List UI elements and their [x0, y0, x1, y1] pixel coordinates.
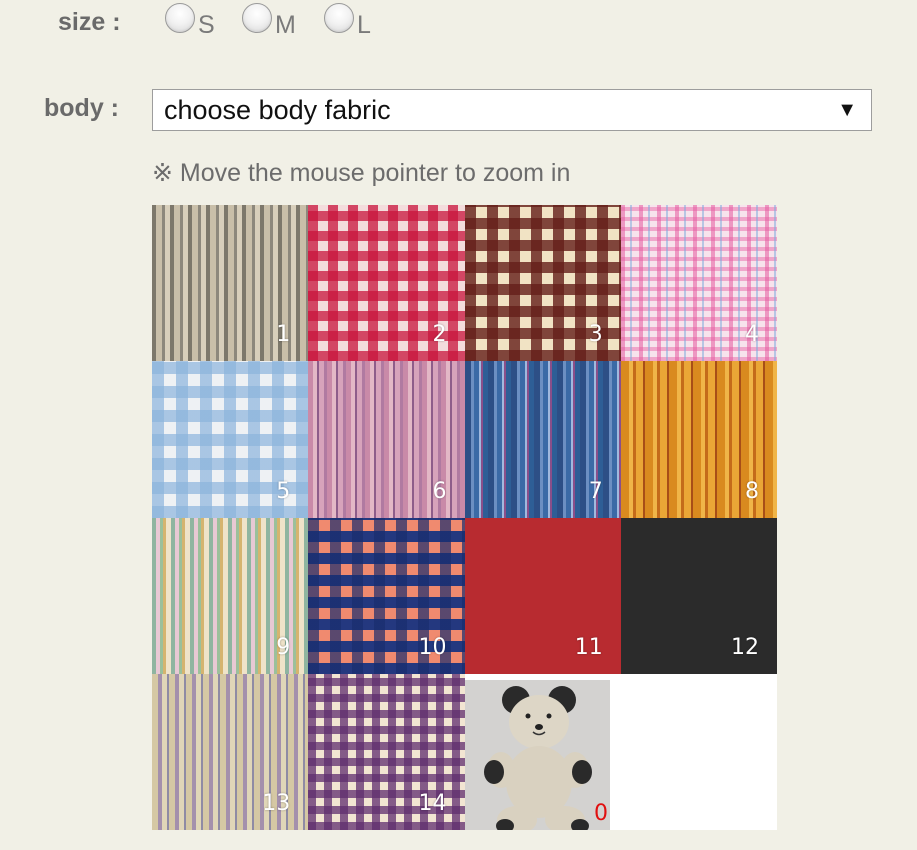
- fabric-number: 3: [588, 322, 603, 348]
- zoom-hint-text: ※ Move the mouse pointer to zoom in: [152, 159, 571, 187]
- bear-preview-image: 0: [465, 680, 610, 830]
- radio-button-s[interactable]: [165, 3, 195, 33]
- fabric-swatch-3[interactable]: 3: [464, 205, 621, 362]
- radio-button-l[interactable]: [324, 3, 354, 33]
- fabric-swatch-10[interactable]: 10: [308, 517, 465, 674]
- size-option-s[interactable]: S: [165, 3, 215, 39]
- fabric-number: 8: [745, 478, 759, 504]
- fabric-swatch-4[interactable]: 4: [620, 205, 777, 362]
- fabric-swatch-12[interactable]: 12: [620, 517, 777, 674]
- fabric-swatch-13[interactable]: 13: [152, 673, 309, 830]
- fabric-number: 4: [745, 322, 759, 348]
- fabric-number: 11: [574, 634, 603, 660]
- size-option-l[interactable]: L: [324, 3, 371, 39]
- fabric-swatch-grid: 1 2 3 4 5 6 7 8 9 10 11 12 13 14 0: [152, 205, 777, 830]
- body-fabric-selected-value: choose body fabric: [164, 94, 391, 125]
- fabric-swatch-8[interactable]: 8: [620, 361, 777, 518]
- fabric-swatch-2[interactable]: 2: [308, 205, 465, 362]
- fabric-swatch-9[interactable]: 9: [152, 517, 309, 674]
- size-label: size :: [58, 8, 121, 36]
- fabric-number: 14: [418, 791, 447, 816]
- fabric-number: 9: [276, 634, 291, 660]
- radio-button-m[interactable]: [242, 3, 272, 33]
- fabric-swatch-6[interactable]: 6: [308, 361, 465, 518]
- size-option-m-label: M: [275, 11, 296, 39]
- fabric-number: 6: [432, 478, 447, 504]
- dropdown-arrow-icon: ▼: [837, 99, 857, 121]
- size-option-m[interactable]: M: [242, 3, 296, 39]
- size-option-s-label: S: [198, 11, 215, 39]
- fabric-number: 10: [418, 634, 447, 660]
- fabric-swatch-7[interactable]: 7: [464, 361, 621, 518]
- fabric-swatch-5[interactable]: 5: [152, 361, 309, 518]
- fabric-number: 5: [276, 478, 291, 504]
- teddy-bear-icon: [465, 680, 610, 830]
- fabric-swatch-1[interactable]: 1: [152, 205, 309, 362]
- size-option-l-label: L: [357, 11, 371, 39]
- fabric-number: 12: [731, 634, 759, 660]
- preview-number: 0: [594, 801, 608, 826]
- fabric-number: 7: [588, 478, 603, 504]
- fabric-swatch-11[interactable]: 11: [464, 517, 621, 674]
- fabric-number: 2: [432, 322, 447, 348]
- body-fabric-select[interactable]: choose body fabric ▼: [152, 89, 872, 131]
- body-label: body :: [44, 94, 119, 122]
- fabric-number: 1: [276, 322, 291, 348]
- fabric-number: 13: [262, 791, 291, 816]
- fabric-swatch-14[interactable]: 14: [308, 673, 465, 830]
